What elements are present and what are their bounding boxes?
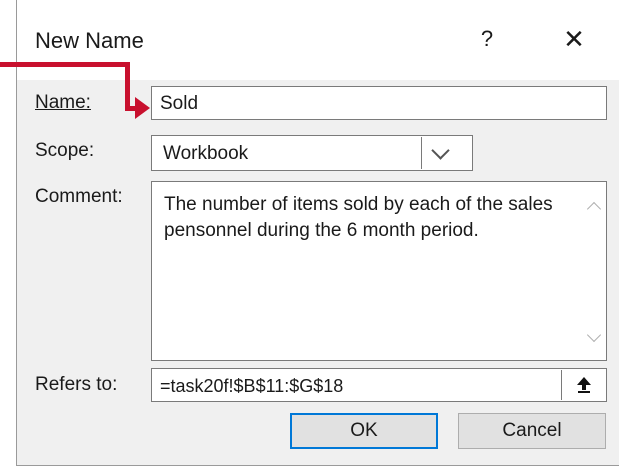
scroll-down-icon[interactable]: [586, 327, 602, 343]
comment-text: The number of items sold by each of the …: [164, 194, 553, 241]
callout-arrow-line-vertical: [125, 62, 130, 111]
collapse-dialog-button[interactable]: [561, 370, 606, 400]
new-name-dialog: New Name ? ✕ Name: Sold Scope: Workbook …: [16, 0, 619, 466]
comment-label: Comment:: [35, 186, 123, 207]
name-label: Name:: [35, 92, 91, 114]
close-button[interactable]: ✕: [557, 22, 591, 56]
comment-textarea[interactable]: The number of items sold by each of the …: [151, 181, 607, 361]
dialog-title: New Name: [35, 28, 144, 53]
refers-to-value: =task20f!$B$11:$G$18: [160, 376, 344, 396]
ok-button[interactable]: OK: [290, 413, 438, 449]
callout-arrow-icon: [135, 97, 150, 119]
callout-arrow-line-top: [0, 62, 130, 67]
chevron-down-icon: [431, 140, 450, 160]
scope-dropdown-button[interactable]: [421, 137, 459, 169]
title-bar: New Name ? ✕: [17, 0, 619, 80]
name-label-text: Name:: [35, 92, 91, 113]
refers-to-label: Refers to:: [35, 374, 118, 395]
collapse-dialog-icon: [577, 377, 591, 393]
scope-label: Scope:: [35, 140, 95, 161]
name-field[interactable]: Sold: [151, 86, 607, 120]
scroll-up-icon[interactable]: [586, 201, 602, 217]
name-field-value: Sold: [160, 93, 199, 114]
cancel-button[interactable]: Cancel: [458, 413, 606, 449]
help-button[interactable]: ?: [472, 22, 502, 56]
scope-select-value: Workbook: [163, 143, 249, 164]
refers-to-field[interactable]: =task20f!$B$11:$G$18: [151, 368, 607, 402]
